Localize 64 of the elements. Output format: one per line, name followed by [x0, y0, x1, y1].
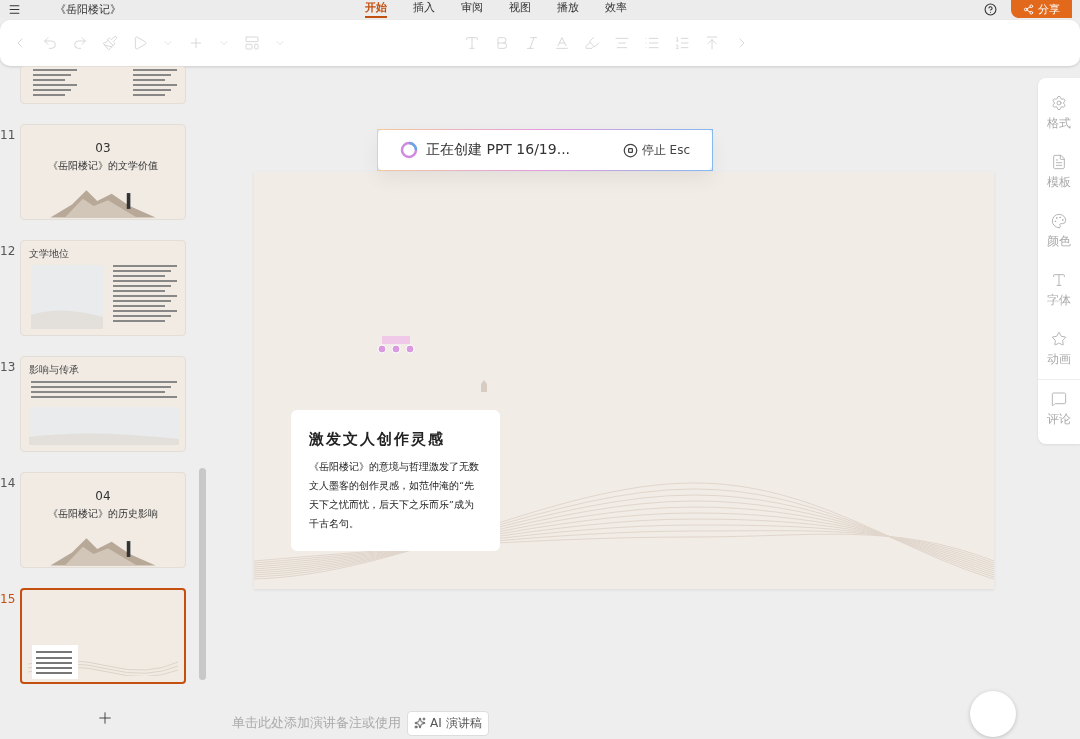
document-title: 《岳阳楼记》 — [55, 1, 121, 17]
settings-icon — [1051, 95, 1067, 111]
numbered-list-icon[interactable] — [674, 35, 690, 51]
italic-icon[interactable] — [524, 35, 540, 51]
comment-icon — [1051, 390, 1067, 407]
font-size-icon[interactable] — [464, 35, 480, 51]
text-lines-drawing — [113, 265, 177, 325]
slide-thumbnail[interactable]: 04 《岳阳楼记》的历史影响 — [20, 472, 186, 568]
scrollbar[interactable] — [199, 468, 206, 680]
slide-title: 《岳阳楼记》的文学价值 — [48, 159, 158, 173]
palette-icon — [1051, 213, 1067, 229]
slide-heading: 文学地位 — [29, 247, 69, 261]
layout-icon[interactable] — [244, 35, 260, 51]
card-title: 激发文人创作灵感 — [309, 430, 446, 449]
slide-title: 《岳阳楼记》的历史影响 — [48, 507, 158, 521]
menu-icon[interactable] — [8, 2, 21, 16]
slide-heading: 影响与传承 — [29, 363, 79, 377]
progress-text: 正在创建 PPT 16/19... — [426, 141, 571, 159]
section-number: 03 — [95, 141, 111, 155]
text-align-top-icon[interactable] — [704, 35, 720, 51]
plus-icon — [96, 709, 114, 727]
play-icon[interactable] — [132, 35, 148, 51]
share-icon — [1023, 3, 1034, 15]
template-icon — [1051, 154, 1067, 170]
text-lines-drawing — [33, 69, 77, 99]
text-card-drawing — [32, 645, 78, 679]
font-icon — [1051, 272, 1067, 288]
bullet-list-icon[interactable] — [644, 35, 660, 51]
slide-number: 11 — [0, 127, 14, 142]
menu-tab[interactable]: 效率 — [605, 0, 627, 18]
slide-thumbnail[interactable] — [20, 588, 186, 684]
animation-icon — [1051, 331, 1067, 347]
slide-number: 14 — [0, 475, 14, 490]
redo-icon[interactable] — [72, 35, 88, 51]
slide-thumbnail[interactable]: 影响与传承 — [20, 356, 186, 452]
tower-icon — [479, 378, 489, 392]
help-icon[interactable] — [984, 2, 997, 16]
loading-icon — [400, 141, 418, 159]
menu-tab[interactable]: 视图 — [509, 0, 531, 18]
bold-icon[interactable] — [494, 35, 510, 51]
slide-number: 15 — [0, 591, 14, 606]
section-number: 04 — [95, 489, 111, 503]
menu-tab[interactable]: 审阅 — [461, 0, 483, 18]
loading-dots-icon — [376, 336, 416, 356]
slide-number: 12 — [0, 243, 14, 258]
align-icon[interactable] — [614, 35, 630, 51]
stop-icon — [622, 142, 638, 158]
sparkle-icon — [414, 717, 426, 729]
slide-thumbnail[interactable]: 03 《岳阳楼记》的文学价值 — [20, 124, 186, 220]
highlight-icon[interactable] — [584, 35, 600, 51]
format-painter-icon[interactable] — [102, 35, 118, 51]
slide-number: 13 — [0, 359, 14, 374]
add-icon[interactable] — [188, 35, 204, 51]
slide-thumbnail[interactable]: 文学地位 — [20, 240, 186, 336]
stop-button[interactable]: 停止 Esc — [622, 141, 690, 159]
menu-tab[interactable]: 播放 — [557, 0, 579, 18]
assistant-avatar[interactable] — [970, 691, 1016, 737]
undo-icon[interactable] — [42, 35, 58, 51]
ai-script-button[interactable]: AI 演讲稿 — [407, 710, 489, 736]
menu-tab[interactable]: 开始 — [365, 0, 387, 18]
menu-tab[interactable]: 插入 — [413, 0, 435, 18]
text-lines-drawing — [133, 69, 177, 99]
card-text: 《岳阳楼记》的意境与哲理激发了无数文人墨客的创作灵感，如范仲淹的“先天下之忧而忧，后天下之乐而乐”成为千古名句。 — [309, 460, 480, 531]
font-color-icon[interactable] — [554, 35, 570, 51]
